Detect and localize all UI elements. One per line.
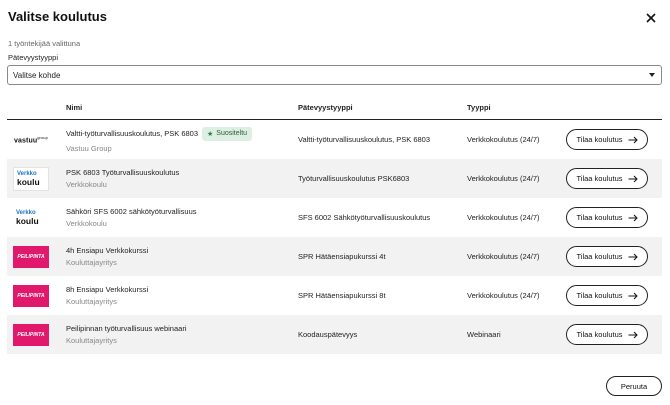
table-row: vastuugroup Valtti-työturvallisuuskoulut… (7, 120, 662, 159)
certification-type-cell: SPR Hätäensiapukurssi 4t (298, 252, 386, 261)
training-type-cell: Verkkokoulutus (24/7) (467, 291, 540, 300)
certification-type-cell: SFS 6002 Sähkötyöturvallisuuskoulutus (298, 213, 431, 222)
certification-type-cell: Koodauspätevyys (298, 330, 358, 339)
table-row: Verkko koulu PSK 6803 Työturvallisuuskoul… (7, 159, 662, 198)
chevron-down-icon (649, 73, 655, 77)
training-name: PSK 6803 Työturvallisuuskoulutus (66, 168, 180, 177)
verkkokoulu-logo: Verkko koulu (16, 209, 39, 226)
certification-type-cell: Valtti-työturvallisuuskoulutus, PSK 6803 (298, 135, 431, 144)
certification-type-cell: Työturvallisuuskoulutus PSK6803 (298, 174, 410, 183)
order-training-button[interactable]: Tilaa koulutus (566, 324, 648, 345)
pelipinta-logo: PEILIPINTA (11, 237, 51, 276)
training-name: 8h Ensiapu Verkkokurssi (66, 285, 149, 294)
training-name: Peilipinnan työturvallisuus webinaari (66, 324, 187, 333)
selected-employee-count: 1 työntekijää valittuna (8, 39, 81, 48)
column-header-type: Tyyppi (467, 103, 491, 112)
arrow-right-icon (628, 253, 638, 260)
training-type-cell: Verkkokoulutus (24/7) (467, 174, 540, 183)
training-name: 4h Ensiapu Verkkokurssi (66, 246, 149, 255)
table-row: PEILIPINTA Peilipinnan työturvallisuus w… (7, 315, 662, 354)
arrow-right-icon (628, 331, 638, 338)
pelipinta-logo: PEILIPINTA (11, 315, 51, 354)
recommended-badge: ★ Suositeltu (202, 126, 253, 141)
vastuu-group-logo: vastuugroup (14, 134, 48, 145)
pelipinta-logo: PEILIPINTA (11, 276, 51, 315)
certification-filter-label: Pätevyystyyppi (8, 53, 59, 62)
arrow-right-icon (628, 136, 638, 143)
dialog-title: Valitse koulutus (8, 9, 107, 24)
column-header-certification-type: Pätevyystyyppi (298, 103, 353, 112)
training-provider: Vastuu Group (66, 143, 112, 153)
table-row: PEILIPINTA 4h Ensiapu Verkkokurssi Koulu… (7, 237, 662, 276)
arrow-right-icon (628, 214, 638, 221)
table-row: Verkko koulu Sähköri SFS 6002 sähkötyötur… (7, 198, 662, 237)
training-provider: Kouluttajayritys (66, 258, 117, 267)
order-training-button[interactable]: Tilaa koulutus (566, 285, 648, 306)
column-header-name: Nimi (66, 103, 83, 112)
training-type-cell: Verkkokoulutus (24/7) (467, 252, 540, 261)
arrow-right-icon (628, 292, 638, 299)
star-icon: ★ (207, 130, 214, 138)
order-training-button[interactable]: Tilaa koulutus (566, 207, 648, 228)
table-header: Nimi Pätevyystyyppi Tyyppi (7, 95, 662, 120)
training-type-cell: Verkkokoulutus (24/7) (467, 213, 540, 222)
close-button[interactable] (641, 8, 661, 28)
order-training-button[interactable]: Tilaa koulutus (566, 168, 648, 189)
training-provider: Kouluttajayritys (66, 297, 117, 306)
training-name: Sähköri SFS 6002 sähkötyöturvallisuus (66, 207, 197, 216)
training-type-cell: Webinaari (467, 330, 501, 339)
order-training-button[interactable]: Tilaa koulutus (566, 129, 648, 150)
arrow-right-icon (628, 175, 638, 182)
table-row: PEILIPINTA 8h Ensiapu Verkkokurssi Koulu… (7, 276, 662, 315)
cancel-button[interactable]: Peruuta (606, 376, 662, 396)
certification-type-select[interactable]: Valitse kohde (7, 65, 662, 85)
order-training-button[interactable]: Tilaa koulutus (566, 246, 648, 267)
training-name: Valtti-työturvallisuuskoulutus, PSK 6803 (66, 129, 199, 138)
training-provider: Kouluttajayritys (66, 336, 117, 345)
certification-type-cell: SPR Hätäensiapukurssi 8t (298, 291, 386, 300)
close-icon (646, 13, 656, 23)
training-provider: Verkkokoulu (66, 219, 107, 228)
certification-type-select-value: Valitse kohde (13, 71, 61, 80)
select-training-dialog: Valitse koulutus 1 työntekijää valittuna… (0, 0, 670, 405)
training-table: Nimi Pätevyystyyppi Tyyppi vastuugroup V… (7, 95, 662, 354)
verkkokoulu-logo: Verkko koulu (11, 159, 51, 198)
training-provider: Verkkokoulu (66, 180, 107, 189)
training-type-cell: Verkkokoulutus (24/7) (467, 135, 540, 144)
